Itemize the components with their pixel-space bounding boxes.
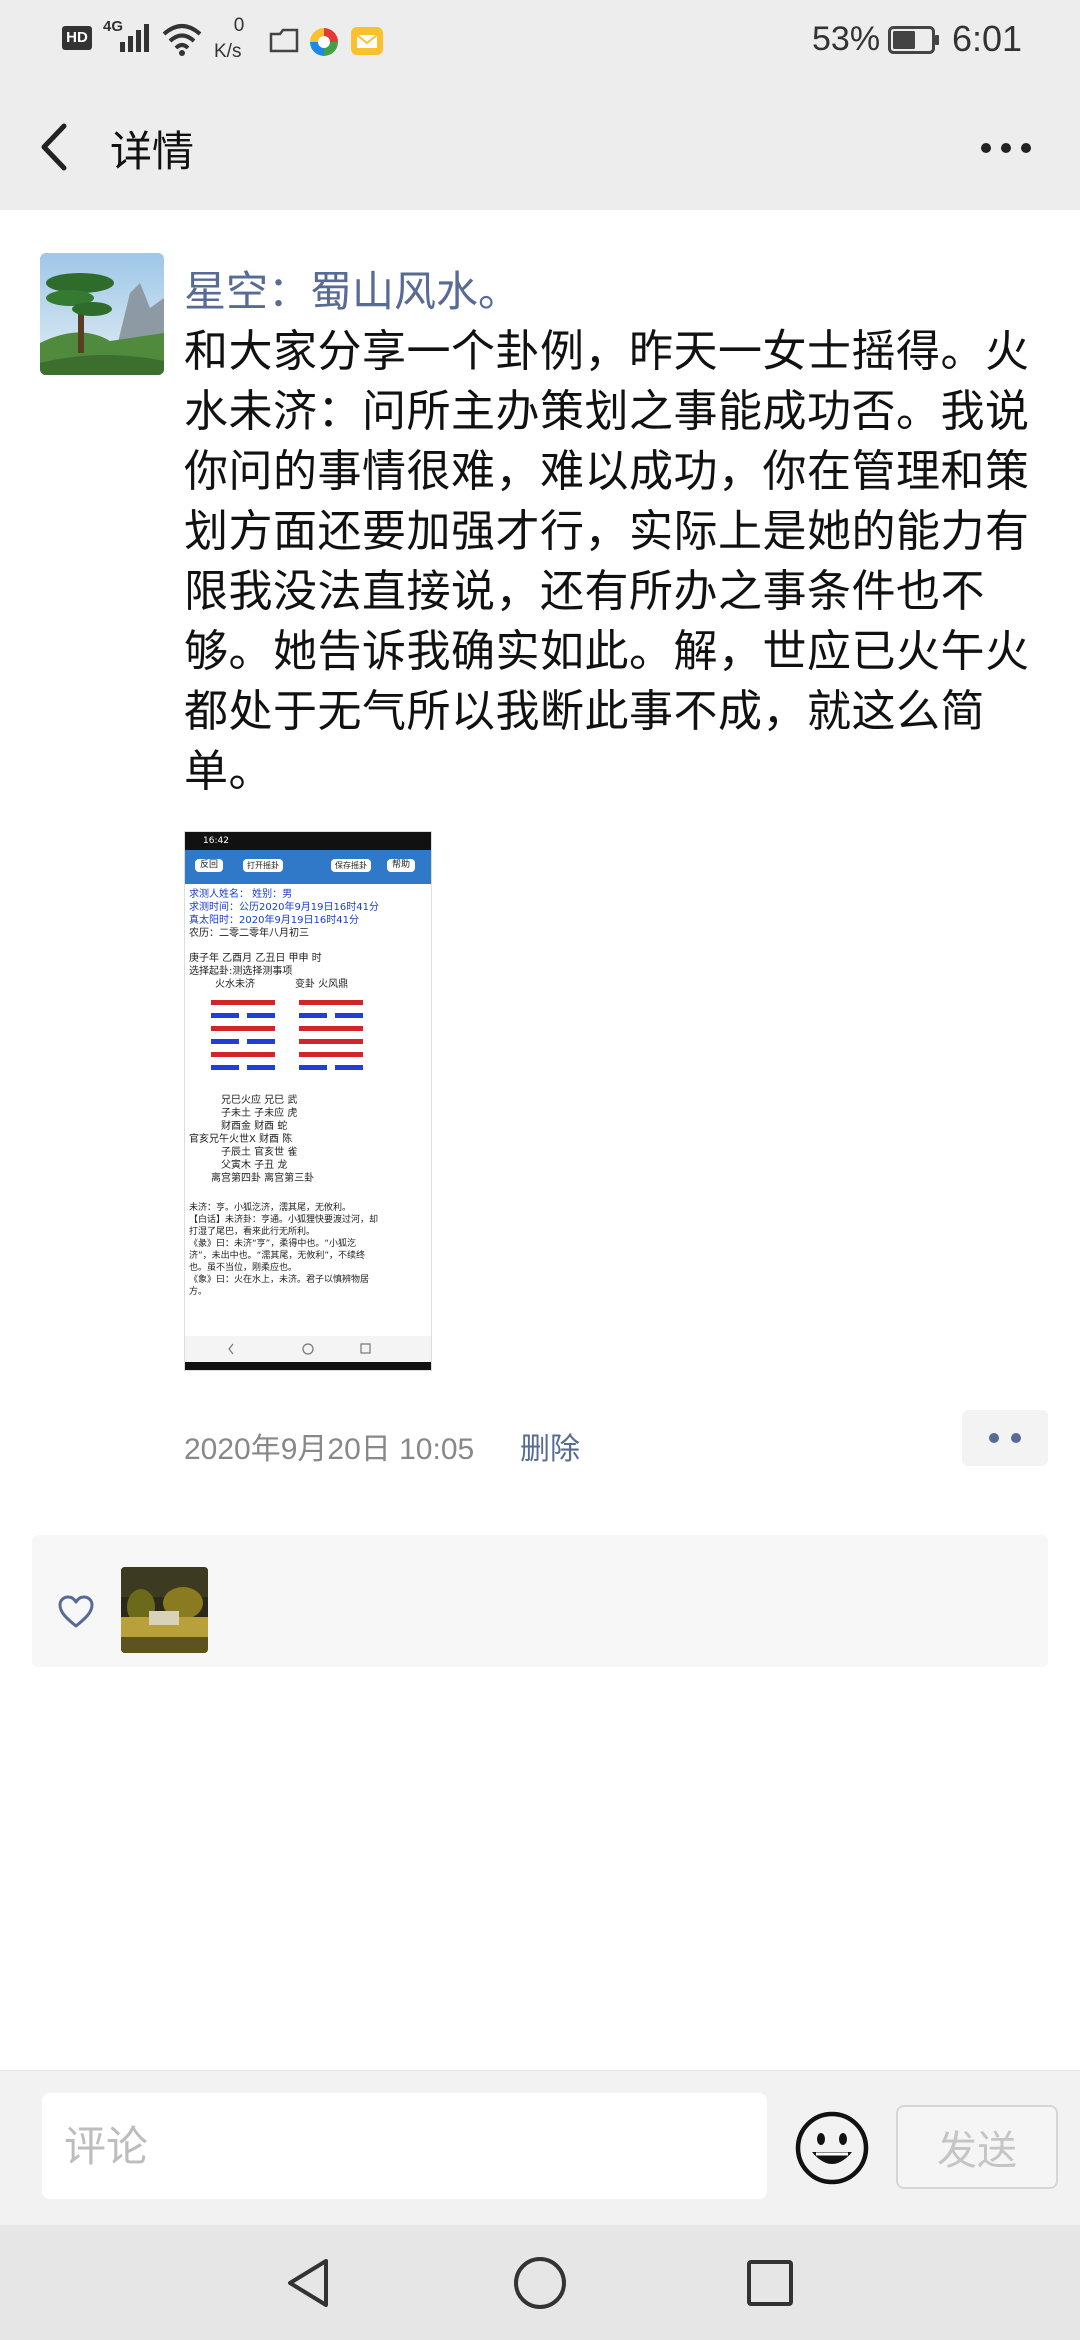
image-text-line: 也。虽不当位，刚柔应也。 — [189, 1263, 298, 1273]
image-hexagram-right-name: 变卦 火风鼎 — [295, 979, 349, 990]
signal-bars-icon — [120, 24, 149, 52]
smiley-icon[interactable] — [794, 2110, 870, 2186]
author-name[interactable]: 星空：蜀山风水。 — [184, 258, 520, 319]
battery-icon — [888, 26, 939, 54]
net-speed-unit: K/s — [214, 41, 242, 62]
image-yao-line: 子辰土 官亥世 雀 — [221, 1147, 298, 1158]
image-yao-line: 财酉金 财酉 蛇 — [221, 1121, 288, 1132]
image-text-line: 《象》曰：火在水上，未济。君子以慎辨物居 — [189, 1275, 370, 1285]
image-info-line: 农历：二零二零年八月初三 — [189, 928, 309, 939]
image-button-open: 打开摇卦 — [243, 859, 283, 872]
folder-app-icon — [269, 28, 299, 53]
post-timestamp: 2020年9月20日 10:05 — [184, 1433, 475, 1466]
image-button-help: 帮助 — [387, 859, 416, 872]
image-text-line: 【白话】未济卦：亨通。小狐狸快要渡过河，却 — [189, 1215, 379, 1225]
hexagram-lines — [211, 1000, 363, 1070]
image-hexagram-left-name: 火水未济 — [215, 979, 255, 990]
post-image[interactable]: 16:42 反回 打开摇卦 保存摇卦 帮助 求测人姓名： 姓别：男 求测时间：公… — [184, 831, 432, 1371]
hd-indicator: HD — [62, 26, 92, 50]
image-info-line: 求测人姓名： 姓别：男 — [189, 889, 293, 900]
post-text: 和大家分享一个卦例，昨天一女士摇得。火水未济：问所主办策划之事能成功否。我说你问… — [184, 326, 1030, 797]
image-text-line: 方。 — [189, 1287, 208, 1297]
image-info-line: 真太阳时：2020年9月19日16时41分 — [189, 915, 359, 926]
image-select-line: 选择起卦:测选择测事项 — [189, 966, 293, 977]
image-status-time: 16:42 — [203, 836, 229, 846]
triangle-back-icon[interactable] — [282, 2253, 338, 2313]
image-yao-line: 兄巳火应 兄巳 武 — [221, 1095, 298, 1106]
colorful-app-icon — [310, 28, 338, 56]
circle-home-icon[interactable] — [510, 2253, 570, 2313]
image-text-line: 打湿了尾巴，看来此行无所利。 — [189, 1227, 316, 1237]
image-yao-line: 官亥兄午火世X 财酉 陈 — [189, 1134, 293, 1145]
image-text-line: 济”，未出中也。“濡其尾，无攸利”，不续终 — [189, 1251, 365, 1261]
image-info-line: 求测时间：公历2020年9月19日16时41分 — [189, 902, 379, 913]
comment-options-icon[interactable] — [962, 1410, 1048, 1466]
image-yao-line: 子未土 子未应 虎 — [221, 1108, 298, 1119]
net-speed-value: 0 — [233, 15, 245, 36]
mail-app-icon — [351, 27, 383, 55]
image-ganzhi: 庚子年 乙酉月 乙丑日 甲申 时 — [189, 953, 322, 964]
image-yao-line: 离宫第四卦 离宫第三卦 — [211, 1173, 315, 1184]
square-recent-icon[interactable] — [744, 2257, 796, 2309]
page-title: 详情 — [110, 127, 195, 176]
delete-button[interactable]: 删除 — [520, 1424, 580, 1468]
image-nav-bar — [185, 1336, 431, 1370]
image-text-line: 《彖》曰：未济“亨”，柔得中也。“小狐汔 — [189, 1239, 356, 1249]
image-button-back: 反回 — [195, 859, 224, 872]
send-button[interactable]: 发送 — [896, 2105, 1058, 2189]
more-dots-icon[interactable] — [976, 128, 1036, 168]
image-button-save: 保存摇卦 — [331, 859, 371, 872]
heart-outline-icon — [58, 1595, 94, 1628]
image-yao-line: 父寅木 子丑 龙 — [221, 1160, 288, 1171]
battery-percent: 53% — [812, 20, 881, 58]
comment-input[interactable] — [42, 2093, 767, 2199]
clock: 6:01 — [952, 18, 1023, 59]
liker-avatar[interactable] — [121, 1567, 208, 1653]
wifi-icon — [162, 24, 202, 56]
author-avatar[interactable] — [40, 253, 164, 375]
chevron-left-icon[interactable] — [30, 112, 80, 182]
image-text-line: 未济：亨。小狐汔济，濡其尾，无攸利。 — [189, 1203, 352, 1213]
